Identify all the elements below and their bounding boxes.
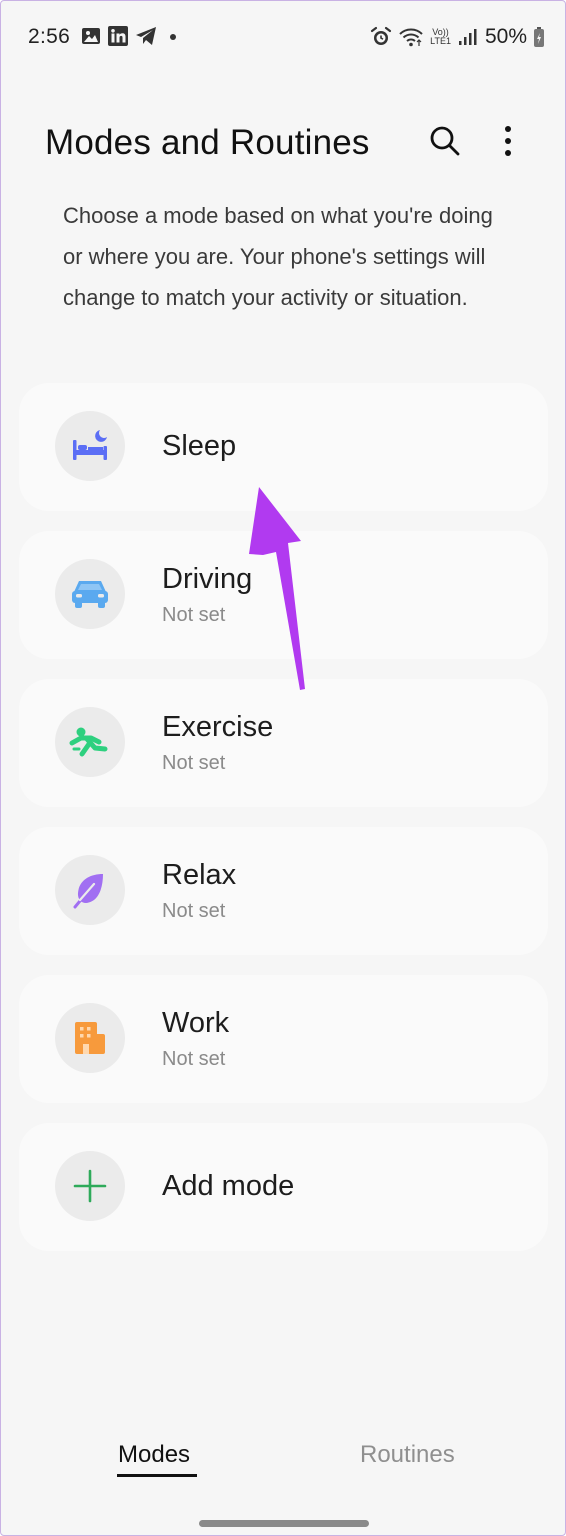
arrow-icon: [249, 487, 305, 690]
active-tab-indicator: [117, 1474, 197, 1477]
phone-screen: 2:56 Vo)) LTE1 50% Modes and Routines Ch…: [0, 0, 566, 1536]
tab-modes[interactable]: Modes: [118, 1441, 190, 1469]
home-indicator[interactable]: [199, 1520, 369, 1527]
tab-routines[interactable]: Routines: [360, 1441, 455, 1469]
